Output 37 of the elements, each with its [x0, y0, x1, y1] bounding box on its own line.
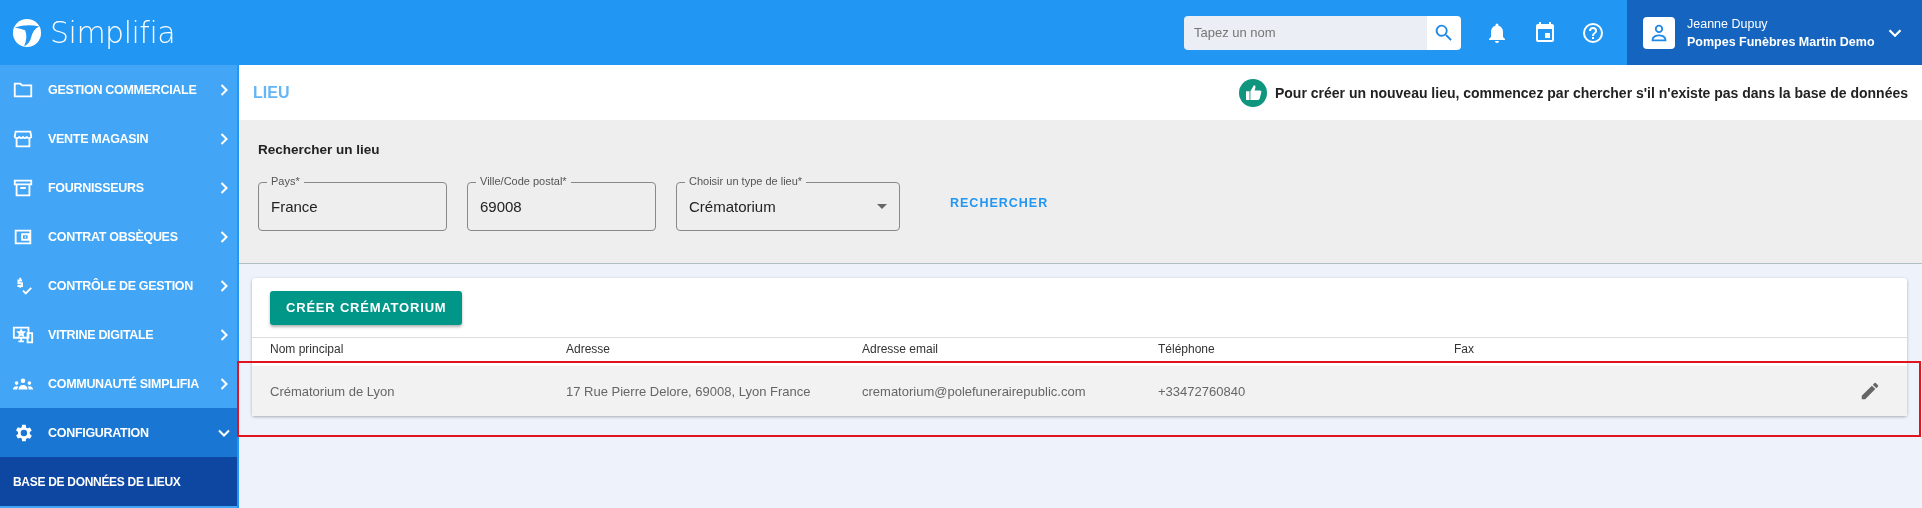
avatar-icon — [1643, 16, 1675, 49]
calendar-icon[interactable] — [1533, 20, 1557, 45]
company-name: Pompes Funèbres Martin Demo — [1687, 34, 1876, 49]
logo-icon — [12, 17, 42, 48]
page-title: LIEU — [253, 83, 290, 102]
dropdown-arrow-icon[interactable] — [877, 204, 887, 209]
sidebar-item[interactable]: GESTION COMMERCIALE — [0, 65, 237, 114]
search-field[interactable]: Tapez un nom — [1184, 15, 1427, 50]
help-icon[interactable] — [1581, 20, 1605, 45]
column-header: Adresse — [566, 342, 612, 356]
column-header: Adresse email — [862, 342, 940, 356]
app-logo-text: Simplifia — [50, 15, 176, 50]
sidebar-item[interactable]: CONTRÔLE DE GESTION — [0, 261, 237, 310]
column-header: Fax — [1454, 342, 1475, 356]
table-cell: +33472760840 — [1158, 383, 1246, 399]
user-name: Jeanne Dupuy — [1687, 16, 1769, 31]
table-row[interactable]: Crématorium de Lyon 17 Rue Pierre Delore, 69008, Lyon France crematorium@polefunerairepublic.com +33472760840 — [252, 366, 1907, 416]
user-menu[interactable]: Jeanne Dupuy Pompes Funèbres Martin Demo — [1627, 0, 1922, 65]
sidebar-item[interactable]: CONTRAT OBSÈQUES — [0, 212, 237, 261]
search-button[interactable] — [1427, 15, 1461, 50]
sidebar-item[interactable]: FOURNISSEURS — [0, 163, 237, 212]
create-button[interactable]: CRÉER CRÉMATORIUM — [270, 290, 463, 325]
table-cell: Crématorium de Lyon — [270, 383, 395, 399]
sidebar-item[interactable]: CONFIGURATION — [0, 408, 237, 457]
table-cell: 17 Rue Pierre Delore, 69008, Lyon France — [566, 383, 811, 399]
column-header: Téléphone — [1158, 342, 1216, 356]
sidebar-item[interactable]: VITRINE DIGITALE — [0, 310, 237, 359]
sidebar-item[interactable]: COMMUNAUTÉ SIMPLIFIA — [0, 359, 237, 408]
table-cell: crematorium@polefunerairepublic.com — [862, 383, 1086, 399]
column-header: Nom principal — [270, 342, 345, 356]
sidebar-subitem[interactable]: BASE DE DONNÉES DE LIEUX — [0, 457, 237, 506]
edit-icon[interactable] — [1859, 380, 1881, 402]
form-title: Rechercher un lieu — [258, 142, 380, 157]
hint-text: Pour créer un nouveau lieu, commencez par chercher s'il n'existe pas dans la base de données — [1275, 84, 1908, 101]
search-button[interactable]: RECHERCHER — [942, 187, 1057, 218]
thumbs-up-icon — [1239, 78, 1267, 107]
sidebar-item[interactable]: VENTE MAGASIN — [0, 114, 237, 163]
